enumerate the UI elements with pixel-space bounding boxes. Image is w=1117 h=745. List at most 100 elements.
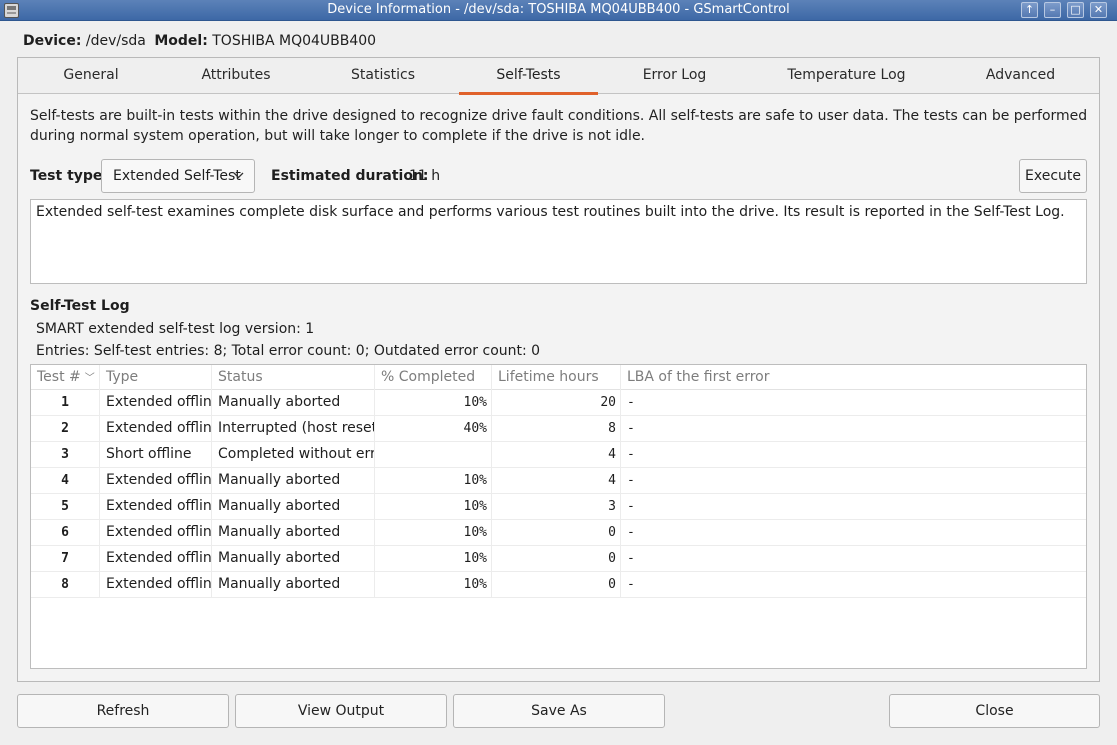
model-value: TOSHIBA MQ04UBB400 <box>212 33 377 49</box>
close-button[interactable]: Close <box>889 694 1100 728</box>
cell-type: Extended offline <box>100 520 212 546</box>
cell-test-number: 8 <box>31 572 100 598</box>
table-row[interactable]: 6 Extended offline Manually aborted 10% 0- <box>31 520 1086 546</box>
cell-percent-completed: 10% <box>375 468 492 494</box>
cell-lba-first-error: - <box>627 421 635 436</box>
cell-lifetime-hours: 3 <box>492 494 621 520</box>
window-titlebar[interactable]: Device Information - /dev/sda: TOSHIBA M… <box>0 0 1117 21</box>
save-as-button[interactable]: Save As <box>453 694 665 728</box>
cell-status: Completed without error <box>212 442 375 468</box>
cell-lba-first-error: - <box>627 551 635 566</box>
maximize-button[interactable]: □ <box>1067 2 1084 18</box>
column-header-lifetime-hours[interactable]: Lifetime hours <box>492 365 621 390</box>
column-header-percent-completed[interactable]: % Completed <box>375 365 492 390</box>
test-description-box: Extended self-test examines complete dis… <box>30 199 1087 284</box>
test-type-value: Extended Self-Test <box>113 168 241 184</box>
cell-status: Manually aborted <box>212 494 375 520</box>
cell-type: Extended offline <box>100 494 212 520</box>
cell-status: Manually aborted <box>212 390 375 416</box>
cell-lba-first-error: - <box>627 447 635 462</box>
test-type-dropdown[interactable]: Extended Self-Test <box>101 159 255 193</box>
cell-type: Extended offline <box>100 546 212 572</box>
device-info-line: Device: /dev/sda Model: TOSHIBA MQ04UBB4… <box>23 32 376 50</box>
self-test-log-table[interactable]: Test # ﹀ Type Status % Completed Lifetime… <box>30 364 1087 669</box>
cell-lba-first-error: - <box>627 473 635 488</box>
cell-lba-first-error: - <box>627 499 635 514</box>
cell-percent-completed: 40% <box>375 416 492 442</box>
tab-attributes[interactable]: Attributes <box>164 58 308 94</box>
device-value: /dev/sda <box>85 33 146 49</box>
cell-percent-completed: 10% <box>375 546 492 572</box>
estimated-duration-label: Estimated duration: <box>271 168 429 184</box>
column-header-status[interactable]: Status <box>212 365 375 390</box>
cell-lifetime-hours: 0 <box>492 572 621 598</box>
self-test-log-version: SMART extended self-test log version: 1 <box>36 321 315 337</box>
column-header-type[interactable]: Type <box>100 365 212 390</box>
cell-status: Manually aborted <box>212 572 375 598</box>
cell-lifetime-hours: 4 <box>492 468 621 494</box>
cell-lifetime-hours: 20 <box>492 390 621 416</box>
table-header: Test # ﹀ Type Status % Completed Lifetime… <box>31 365 1086 390</box>
device-label: Device: <box>23 33 82 49</box>
self-test-log-title: Self-Test Log <box>30 298 130 314</box>
cell-percent-completed: 10% <box>375 494 492 520</box>
cell-percent-completed: 10% <box>375 572 492 598</box>
tab-self-tests[interactable]: Self-Tests <box>459 58 598 95</box>
table-row[interactable]: 8 Extended offline Manually aborted 10% 0- <box>31 572 1086 598</box>
cell-test-number: 6 <box>31 520 100 546</box>
cell-type: Extended offline <box>100 390 212 416</box>
cell-lifetime-hours: 0 <box>492 546 621 572</box>
self-tests-description: Self-tests are built-in tests within the… <box>30 108 1088 144</box>
table-row[interactable]: 3 Short offline Completed without error 4- <box>31 442 1086 468</box>
tab-advanced[interactable]: Advanced <box>942 58 1099 94</box>
table-row[interactable]: 4 Extended offline Manually aborted 10% 4- <box>31 468 1086 494</box>
cell-test-number: 7 <box>31 546 100 572</box>
table-row[interactable]: 7 Extended offline Manually aborted 10% 0- <box>31 546 1086 572</box>
column-header-lba-first-error[interactable]: LBA of the first error <box>621 365 1086 390</box>
cell-lba-first-error: - <box>627 577 635 592</box>
cell-status: Manually aborted <box>212 468 375 494</box>
table-row[interactable]: 5 Extended offline Manually aborted 10% 3- <box>31 494 1086 520</box>
cell-lifetime-hours: 8 <box>492 416 621 442</box>
test-type-label: Test type: <box>30 168 109 184</box>
cell-test-number: 3 <box>31 442 100 468</box>
cell-percent-completed: 10% <box>375 520 492 546</box>
keep-above-button[interactable]: ↑ <box>1021 2 1038 18</box>
cell-lifetime-hours: 4 <box>492 442 621 468</box>
cell-lba-first-error: - <box>627 525 635 540</box>
device-notebook: General Attributes Statistics Self-Tests… <box>17 57 1100 682</box>
cell-type: Extended offline <box>100 468 212 494</box>
tab-temperature-log[interactable]: Temperature Log <box>751 58 942 94</box>
cell-type: Extended offline <box>100 416 212 442</box>
cell-lba-first-error: - <box>627 395 635 410</box>
tab-bar: General Attributes Statistics Self-Tests… <box>18 58 1099 95</box>
tab-error-log[interactable]: Error Log <box>598 58 751 94</box>
table-row[interactable]: 2 Extended offline Interrupted (host reset… <box>31 416 1086 442</box>
table-row[interactable]: 1 Extended offline Manually aborted 10% 20- <box>31 390 1086 416</box>
cell-percent-completed: 10% <box>375 390 492 416</box>
minimize-button[interactable]: – <box>1044 2 1061 18</box>
sort-descending-icon: ﹀ <box>84 373 95 384</box>
cell-status: Interrupted (host reset) <box>212 416 375 442</box>
cell-percent-completed <box>375 442 492 468</box>
cell-status: Manually aborted <box>212 546 375 572</box>
estimated-duration-value: 11 h <box>409 168 441 184</box>
tab-general[interactable]: General <box>18 58 164 94</box>
close-window-button[interactable]: ✕ <box>1090 2 1107 18</box>
cell-lifetime-hours: 0 <box>492 520 621 546</box>
window-title: Device Information - /dev/sda: TOSHIBA M… <box>327 2 790 17</box>
view-output-button[interactable]: View Output <box>235 694 447 728</box>
execute-button[interactable]: Execute <box>1019 159 1087 193</box>
cell-test-number: 5 <box>31 494 100 520</box>
cell-test-number: 4 <box>31 468 100 494</box>
cell-type: Extended offline <box>100 572 212 598</box>
cell-test-number: 2 <box>31 416 100 442</box>
model-label: Model: <box>154 33 208 49</box>
tab-statistics[interactable]: Statistics <box>308 58 458 94</box>
cell-test-number: 1 <box>31 390 100 416</box>
column-header-test-number[interactable]: Test # ﹀ <box>31 365 100 390</box>
cell-status: Manually aborted <box>212 520 375 546</box>
cell-type: Short offline <box>100 442 212 468</box>
self-test-log-entries: Entries: Self-test entries: 8; Total err… <box>36 343 541 359</box>
refresh-button[interactable]: Refresh <box>17 694 229 728</box>
